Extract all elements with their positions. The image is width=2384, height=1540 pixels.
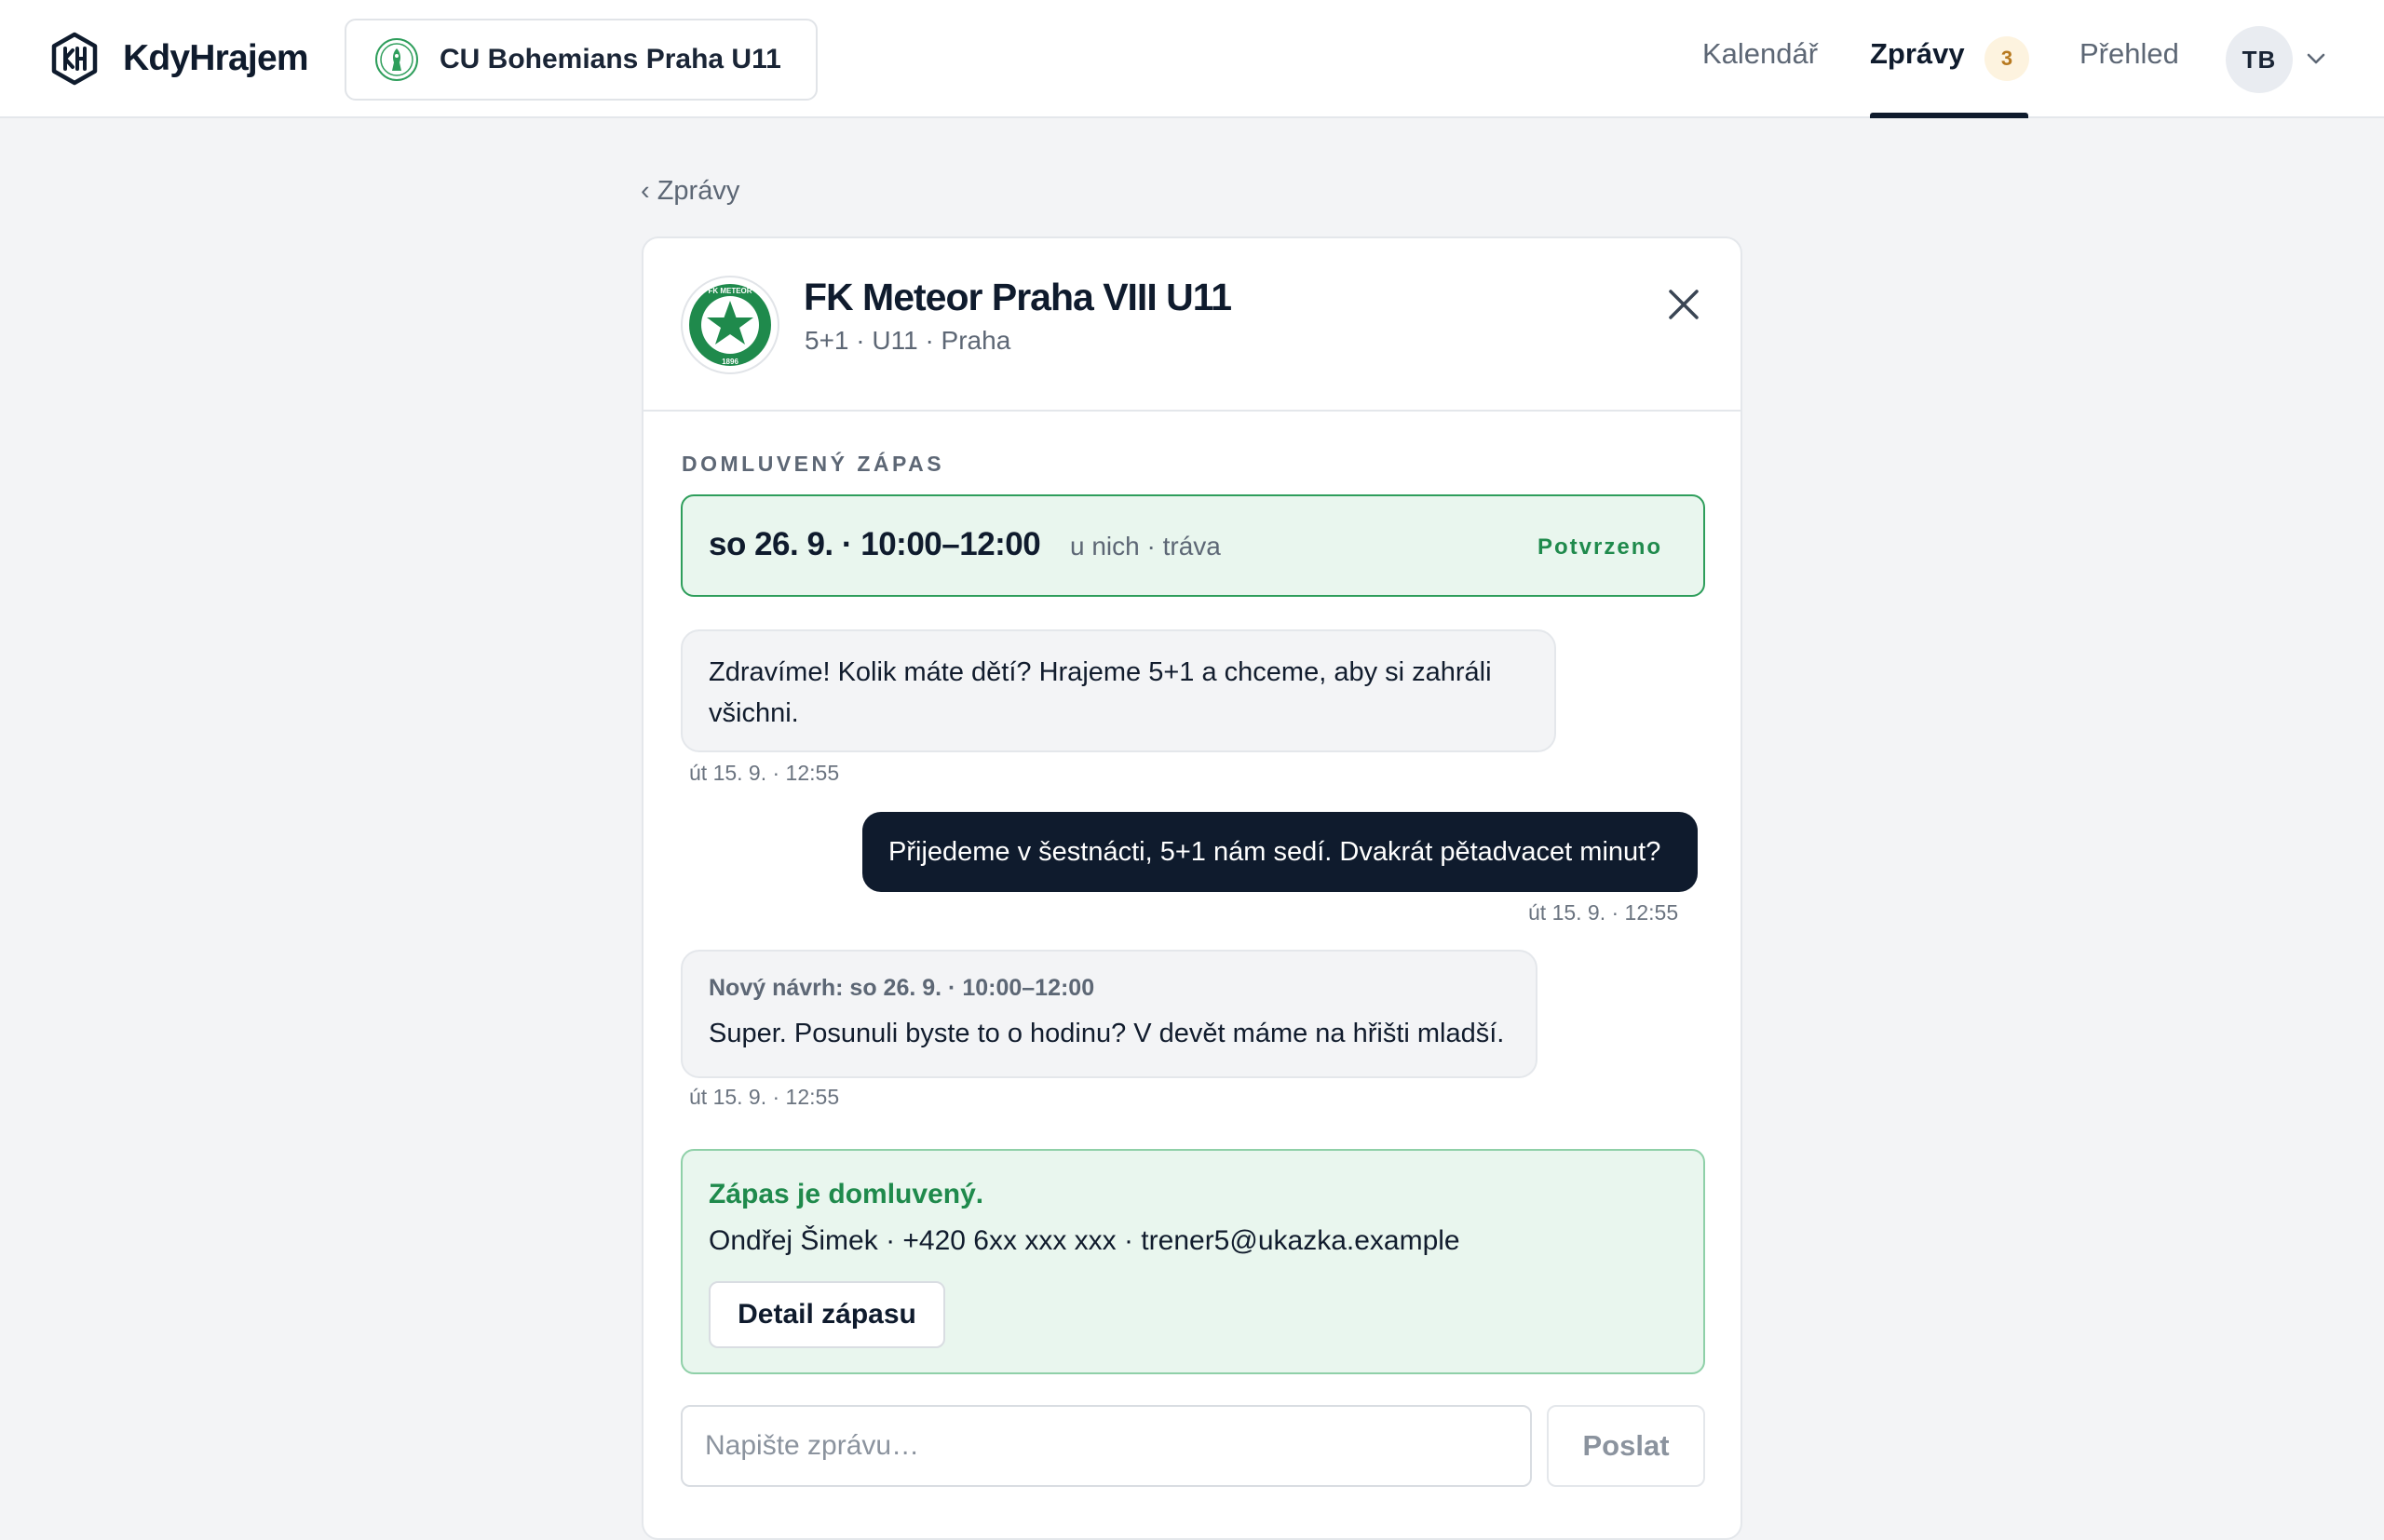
message-text: Zdravíme! Kolik máte dětí? Hrajeme 5+1 a…: [709, 657, 1492, 728]
active-tab-indicator: [1870, 113, 2028, 118]
crest-year: 1896: [722, 358, 738, 366]
message-timestamp: út 15. 9. · 12:55: [1528, 900, 1679, 925]
crest-lettering: FK METEOR: [708, 287, 752, 295]
message-outgoing: Přijedeme v šestnácti, 5+1 nám sedí. Dva…: [862, 812, 1698, 892]
kdyhrajem-logo-icon: [51, 32, 98, 86]
message-input[interactable]: [681, 1405, 1532, 1487]
conversation-header: FK METEOR 1896 FK Meteor Praha VIII U11 …: [643, 238, 1741, 412]
back-to-messages-link[interactable]: ‹ Zprávy: [641, 176, 739, 207]
nav-calendar-link[interactable]: Kalendář: [1702, 37, 1818, 71]
match-detail-button[interactable]: Detail zápasu: [709, 1281, 945, 1348]
agreed-match-datetime: so 26. 9. · 10:00–12:00: [709, 526, 1041, 562]
match-confirmed-panel: Zápas je domluvený. Ondřej Šimek · +420 …: [681, 1149, 1705, 1374]
messages-unread-badge: 3: [1984, 36, 2029, 81]
brand-home-link[interactable]: KdyHrajem: [50, 32, 309, 86]
close-icon[interactable]: [1662, 283, 1705, 326]
brand-name: KdyHrajem: [123, 38, 309, 78]
message-timestamp: út 15. 9. · 12:55: [689, 761, 840, 785]
bohemians-crest-icon: [375, 38, 418, 81]
meteor-crest-icon: FK METEOR 1896: [689, 284, 771, 366]
club-switcher[interactable]: CU Bohemians Praha U11: [345, 19, 818, 101]
chevron-down-icon[interactable]: [2302, 45, 2330, 73]
message-timestamp: út 15. 9. · 12:55: [689, 1085, 840, 1109]
agreed-match-section-label: DOMLUVENÝ ZÁPAS: [682, 452, 945, 476]
send-button[interactable]: Poslat: [1547, 1405, 1705, 1487]
status-badge: Potvrzeno: [1537, 534, 1663, 560]
agreed-match-summary: so 26. 9. · 10:00–12:00 u nich · tráva P…: [681, 494, 1705, 597]
opponent-crest: FK METEOR 1896: [681, 276, 779, 374]
opponent-name: FK Meteor Praha VIII U11: [804, 276, 1232, 318]
message-incoming-proposal: Nový návrh: so 26. 9. · 10:00–12:00 Supe…: [681, 950, 1537, 1078]
club-name: CU Bohemians Praha U11: [440, 44, 781, 74]
top-bar: KdyHrajem CU Bohemians Praha U11 Kalendá…: [0, 0, 2384, 118]
user-avatar[interactable]: TB: [2226, 26, 2293, 93]
nav-messages-link[interactable]: Zprávy: [1870, 37, 1965, 71]
message-text: Super. Posunuli byste to o hodinu? V dev…: [709, 1019, 1505, 1048]
message-incoming: Zdravíme! Kolik máte dětí? Hrajeme 5+1 a…: [681, 629, 1556, 752]
conversation-card: FK METEOR 1896 FK Meteor Praha VIII U11 …: [642, 236, 1742, 1540]
coach-contact: Ondřej Šimek · +420 6xx xxx xxx · trener…: [709, 1225, 1460, 1256]
opponent-meta: 5+1 · U11 · Praha: [805, 326, 1011, 355]
match-confirmed-title: Zápas je domluvený.: [709, 1179, 984, 1209]
message-text: Přijedeme v šestnácti, 5+1 nám sedí. Dva…: [888, 836, 1661, 867]
agreed-match-place: u nich · tráva: [1070, 532, 1221, 561]
proposal-label: Nový návrh: so 26. 9. · 10:00–12:00: [709, 975, 1095, 1001]
nav-overview-link[interactable]: Přehled: [2079, 37, 2179, 71]
